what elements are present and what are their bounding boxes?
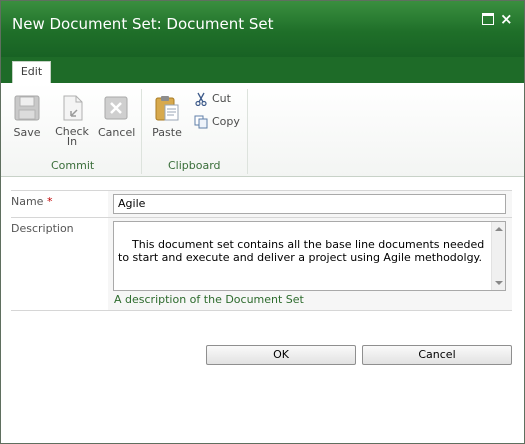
check-in-button[interactable]: Check In [53, 94, 91, 147]
save-button[interactable]: Save [10, 94, 44, 138]
ribbon-tab-strip: Edit [1, 57, 524, 83]
textarea-scrollbar[interactable] [491, 222, 505, 290]
ok-button[interactable]: OK [206, 345, 356, 365]
dialog-title: New Document Set: Document Set [12, 15, 274, 33]
cancel-ribbon-label: Cancel [98, 126, 136, 139]
description-textarea[interactable]: This document set contains all the base … [113, 221, 506, 291]
paste-button[interactable]: Paste [149, 94, 185, 138]
title-bar: New Document Set: Document Set × [1, 1, 524, 57]
group-divider [141, 89, 142, 174]
close-icon[interactable]: × [500, 12, 513, 27]
tab-edit[interactable]: Edit [12, 61, 51, 83]
scissors-icon [194, 92, 208, 107]
maximize-icon[interactable] [482, 13, 494, 25]
copy-icon [194, 115, 208, 129]
paste-label: Paste [152, 126, 182, 139]
description-text: This document set contains all the base … [118, 238, 488, 264]
check-in-icon [58, 94, 86, 122]
required-marker: * [46, 195, 53, 208]
form-divider [11, 310, 512, 311]
clipboard-group-label: Clipboard [168, 159, 221, 172]
commit-group-label: Commit [51, 159, 95, 172]
copy-label: Copy [212, 115, 240, 128]
cancel-button[interactable]: Cancel [362, 345, 512, 365]
ribbon: Save Check In Cancel Commit Paste Cut Co… [1, 83, 524, 177]
cut-label: Cut [212, 92, 231, 105]
description-label: Description [11, 222, 74, 235]
floppy-disk-icon [13, 94, 41, 122]
scroll-down-icon[interactable] [495, 281, 503, 285]
cancel-ribbon-button[interactable]: Cancel [98, 94, 136, 139]
group-divider [247, 89, 248, 174]
description-hint: A description of the Document Set [114, 293, 304, 306]
check-in-label: Check In [55, 125, 89, 148]
name-input[interactable]: Agile [113, 194, 506, 214]
name-label: Name * [11, 195, 53, 208]
paste-icon [153, 94, 181, 122]
save-label: Save [13, 126, 41, 139]
cut-button[interactable]: Cut [194, 91, 231, 107]
dialog-window: New Document Set: Document Set × Edit Sa… [0, 0, 525, 444]
copy-button[interactable]: Copy [194, 114, 240, 130]
cancel-icon [102, 94, 130, 122]
scroll-up-icon[interactable] [495, 227, 503, 231]
